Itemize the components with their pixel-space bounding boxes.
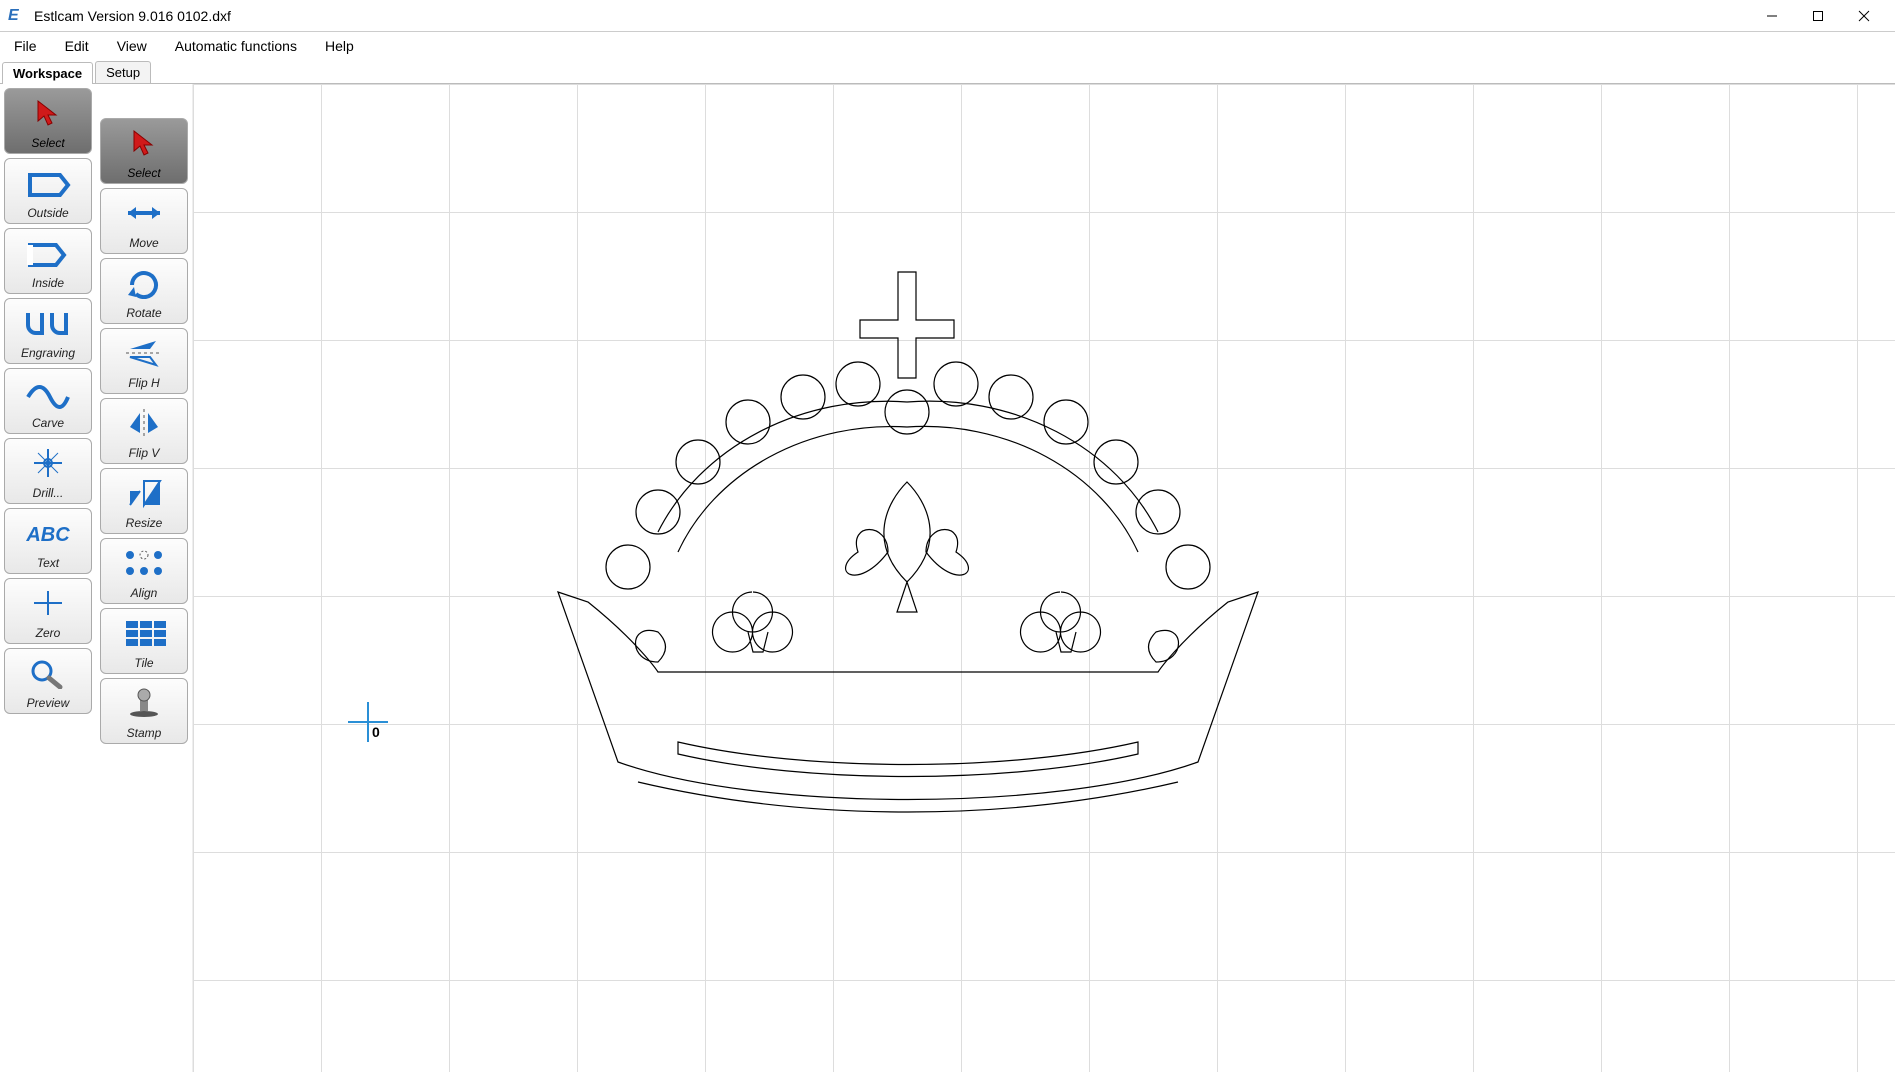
outside-tool-button[interactable]: Outside xyxy=(4,158,92,224)
select-icon xyxy=(5,89,91,136)
menu-item-view[interactable]: View xyxy=(113,34,151,58)
work-area: Select Outside Inside Engraving Carve Drill..… xyxy=(0,84,1895,1072)
preview-label: Preview xyxy=(27,696,70,713)
tile-tool-button[interactable]: Tile xyxy=(100,608,188,674)
align-icon xyxy=(101,539,187,586)
rotate-icon xyxy=(101,259,187,306)
tab-workspace[interactable]: Workspace xyxy=(2,62,93,84)
origin-marker xyxy=(348,702,388,742)
zero-icon xyxy=(5,579,91,626)
stamp-icon xyxy=(101,679,187,726)
engraving-label: Engraving xyxy=(21,346,75,363)
resize-icon xyxy=(101,469,187,516)
flipv-tool-button[interactable]: Flip V xyxy=(100,398,188,464)
tab-setup[interactable]: Setup xyxy=(95,61,151,83)
engraving-tool-button[interactable]: Engraving xyxy=(4,298,92,364)
svg-text:ABC: ABC xyxy=(25,524,70,546)
resize-label: Resize xyxy=(126,516,163,533)
tab-strip: WorkspaceSetup xyxy=(0,60,1895,84)
select2-label: Select xyxy=(127,166,160,183)
drill-icon xyxy=(5,439,91,486)
rotate-tool-button[interactable]: Rotate xyxy=(100,258,188,324)
window-title: Estlcam Version 9.016 0102.dxf xyxy=(34,8,1749,24)
select2-tool-button[interactable]: Select xyxy=(100,118,188,184)
stamp-label: Stamp xyxy=(127,726,162,743)
menu-bar: File Edit View Automatic functions Help xyxy=(0,32,1895,60)
inside-tool-button[interactable]: Inside xyxy=(4,228,92,294)
right-toolbar: Select Move Rotate Flip H Flip V Resize Align T… xyxy=(96,84,192,1072)
fliph-label: Flip H xyxy=(128,376,159,393)
outside-label: Outside xyxy=(27,206,68,223)
drawing-crown xyxy=(358,172,1618,892)
title-bar: E Estlcam Version 9.016 0102.dxf xyxy=(0,0,1895,32)
stamp-tool-button[interactable]: Stamp xyxy=(100,678,188,744)
rotate-label: Rotate xyxy=(126,306,161,323)
drill-label: Drill... xyxy=(33,486,64,503)
text-label: Text xyxy=(37,556,59,573)
move-label: Move xyxy=(129,236,158,253)
fliph-icon xyxy=(101,329,187,376)
left-toolbar: Select Outside Inside Engraving Carve Drill..… xyxy=(0,84,96,1072)
window-controls xyxy=(1749,0,1887,32)
move-tool-button[interactable]: Move xyxy=(100,188,188,254)
inside-icon xyxy=(5,229,91,276)
menu-item-automatic-functions[interactable]: Automatic functions xyxy=(171,34,301,58)
move-icon xyxy=(101,189,187,236)
maximize-button[interactable] xyxy=(1795,0,1841,32)
align-tool-button[interactable]: Align xyxy=(100,538,188,604)
select-tool-button[interactable]: Select xyxy=(4,88,92,154)
select-label: Select xyxy=(31,136,64,153)
fliph-tool-button[interactable]: Flip H xyxy=(100,328,188,394)
flipv-icon xyxy=(101,399,187,446)
carve-tool-button[interactable]: Carve xyxy=(4,368,92,434)
drill-tool-button[interactable]: Drill... xyxy=(4,438,92,504)
align-label: Align xyxy=(131,586,158,603)
tile-label: Tile xyxy=(134,656,153,673)
drawing-canvas[interactable]: 0 xyxy=(192,84,1895,1072)
menu-item-file[interactable]: File xyxy=(10,34,41,58)
preview-tool-button[interactable]: Preview xyxy=(4,648,92,714)
zero-label: Zero xyxy=(36,626,61,643)
engraving-icon xyxy=(5,299,91,346)
carve-icon xyxy=(5,369,91,416)
close-button[interactable] xyxy=(1841,0,1887,32)
select2-icon xyxy=(101,119,187,166)
zero-tool-button[interactable]: Zero xyxy=(4,578,92,644)
flipv-label: Flip V xyxy=(129,446,160,463)
menu-item-edit[interactable]: Edit xyxy=(61,34,93,58)
origin-label: 0 xyxy=(372,724,380,740)
text-icon: ABC xyxy=(5,509,91,556)
outside-icon xyxy=(5,159,91,206)
text-tool-button[interactable]: ABC Text xyxy=(4,508,92,574)
resize-tool-button[interactable]: Resize xyxy=(100,468,188,534)
preview-icon xyxy=(5,649,91,696)
carve-label: Carve xyxy=(32,416,64,433)
inside-label: Inside xyxy=(32,276,64,293)
menu-item-help[interactable]: Help xyxy=(321,34,358,58)
minimize-button[interactable] xyxy=(1749,0,1795,32)
app-icon: E xyxy=(8,7,26,25)
tile-icon xyxy=(101,609,187,656)
